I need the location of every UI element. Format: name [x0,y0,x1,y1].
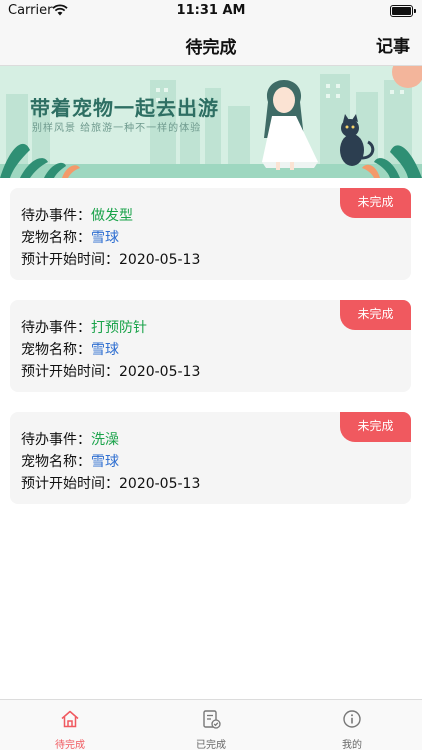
event-value: 打预防针 [91,320,147,336]
pet-value: 雪球 [91,454,119,470]
task-card[interactable]: 未完成 待办事件：洗澡 宠物名称：雪球 预计开始时间：2020-05-13 [10,412,411,504]
pet-label: 宠物名称： [21,230,91,246]
pet-value: 雪球 [91,342,119,358]
status-badge: 未完成 [340,188,411,218]
task-card[interactable]: 未完成 待办事件：做发型 宠物名称：雪球 预计开始时间：2020-05-13 [10,188,411,280]
event-label: 待办事件： [21,320,91,336]
event-row: 待办事件：洗澡 [21,429,119,449]
start-time-row: 预计开始时间：2020-05-13 [21,473,200,493]
checklist-icon [203,710,221,729]
status-badge: 未完成 [340,412,411,442]
info-icon [343,710,361,728]
start-time-label: 预计开始时间： [21,476,119,492]
event-row: 待办事件：打预防针 [21,317,147,337]
tab-label: 我的 [342,740,362,751]
pet-label: 宠物名称： [21,454,91,470]
start-time-row: 预计开始时间：2020-05-13 [21,249,200,269]
tab-bar: 待完成 已完成 我的 [0,699,422,751]
event-row: 待办事件：做发型 [21,205,133,225]
start-time-label: 预计开始时间： [21,252,119,268]
event-value: 洗澡 [91,432,119,448]
start-time-value: 2020-05-13 [119,476,201,492]
status-badge: 未完成 [340,300,411,330]
pet-label: 宠物名称： [21,342,91,358]
start-time-label: 预计开始时间： [21,364,119,380]
task-card[interactable]: 未完成 待办事件：打预防针 宠物名称：雪球 预计开始时间：2020-05-13 [10,300,411,392]
battery-icon [390,5,416,17]
start-time-row: 预计开始时间：2020-05-13 [21,361,200,381]
event-label: 待办事件： [21,208,91,224]
pet-value: 雪球 [91,230,119,246]
start-time-value: 2020-05-13 [119,252,201,268]
pet-row: 宠物名称：雪球 [21,451,119,471]
banner-subtitle: 别样风景 给旅游一种不一样的体验 [32,123,202,134]
status-bar: Carrier 11:31 AM [0,0,422,22]
page-title: 待完成 [185,38,237,58]
tab-label: 已完成 [196,740,226,751]
pet-row: 宠物名称：雪球 [21,339,119,359]
home-icon [61,710,79,728]
tab-completed[interactable]: 已完成 [141,700,281,751]
tab-mine[interactable]: 我的 [282,700,422,751]
event-label: 待办事件： [21,432,91,448]
clock: 11:31 AM [176,3,246,18]
banner-title: 带着宠物一起去出游 [30,96,219,120]
tab-pending[interactable]: 待完成 [0,700,140,751]
banner[interactable]: 带着宠物一起去出游 别样风景 给旅游一种不一样的体验 [0,66,422,178]
navigation-bar: 待完成 记事 [0,22,422,66]
notes-button[interactable]: 记事 [376,32,410,57]
start-time-value: 2020-05-13 [119,364,201,380]
event-value: 做发型 [91,208,133,224]
pet-row: 宠物名称：雪球 [21,227,119,247]
tab-label: 待完成 [55,740,85,751]
